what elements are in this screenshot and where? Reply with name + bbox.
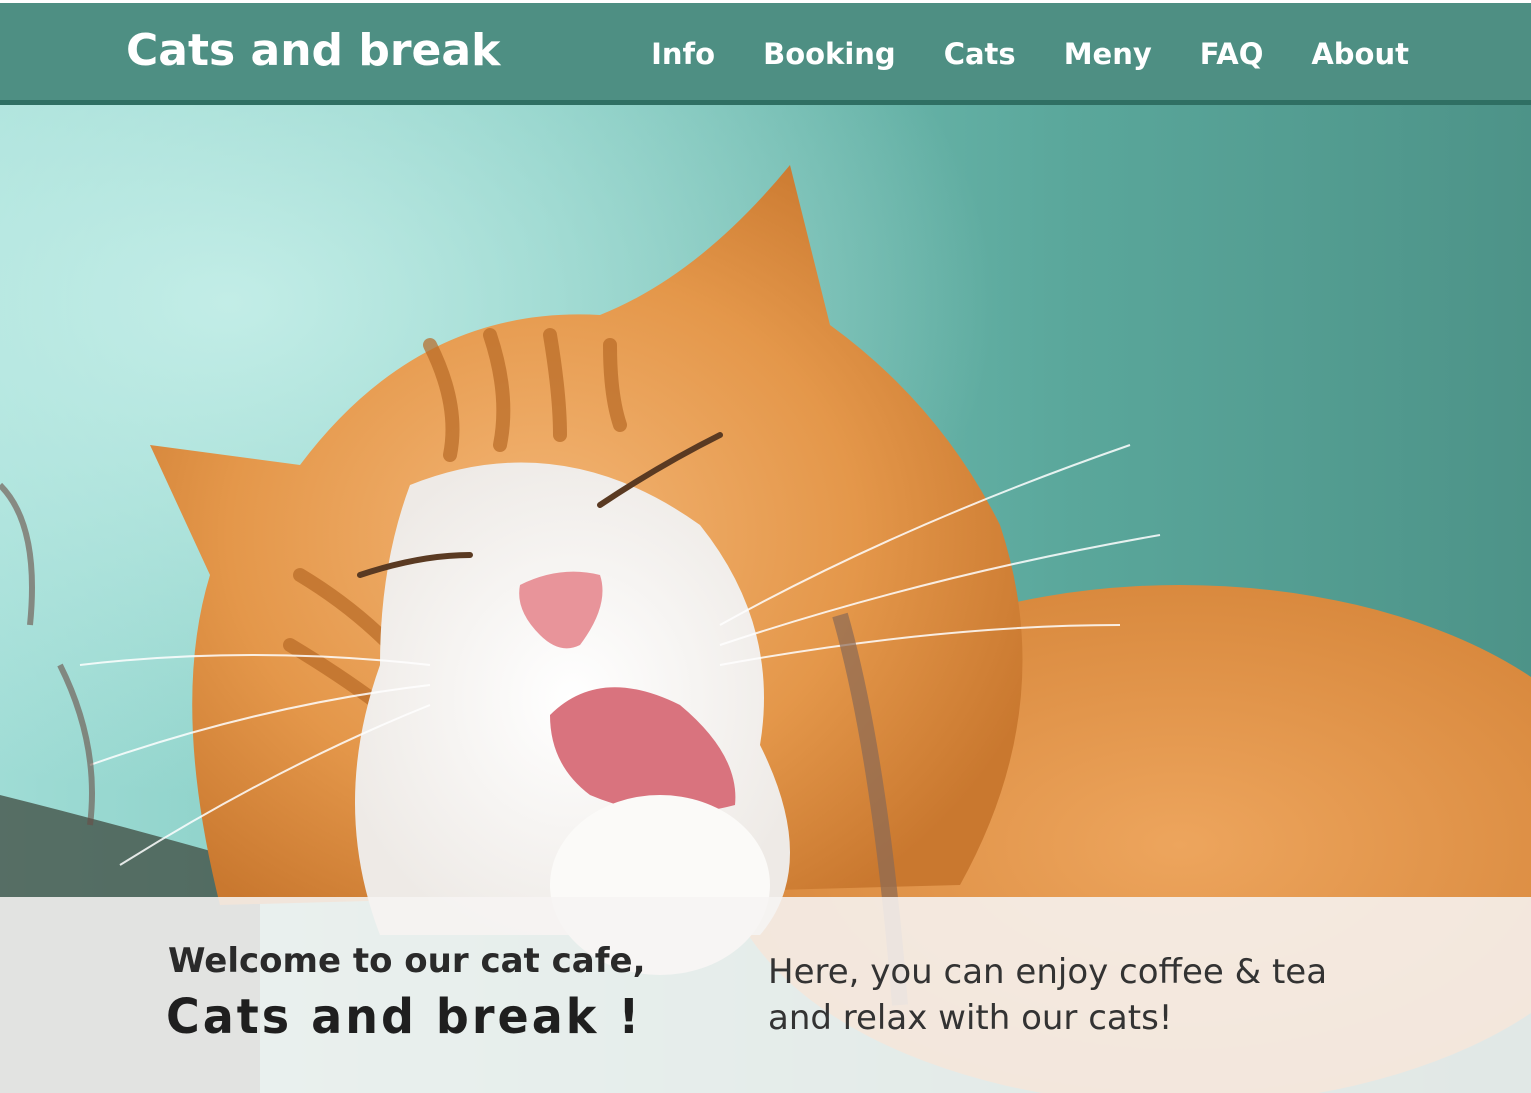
nav-item-meny[interactable]: Meny [1064,37,1152,71]
site-logo-text[interactable]: Cats and break [126,25,500,76]
nav-item-faq[interactable]: FAQ [1200,37,1264,71]
page: Cats and break Info Booking Cats Meny FA… [0,0,1531,1093]
welcome-brand-name: Cats and break ! [166,987,643,1045]
nav-item-about[interactable]: About [1311,37,1409,71]
nav-item-booking[interactable]: Booking [763,37,896,71]
nav-item-info[interactable]: Info [651,37,715,71]
welcome-heading: Welcome to our cat cafe, [168,941,646,981]
nav-item-cats[interactable]: Cats [944,37,1016,71]
welcome-tagline: Here, you can enjoy coffee & tea and rel… [768,952,1328,1038]
main-nav: Info Booking Cats Meny FAQ About [651,37,1409,71]
welcome-banner: Welcome to our cat cafe, Cats and break … [0,897,1531,1093]
site-header: Cats and break Info Booking Cats Meny FA… [0,3,1531,105]
